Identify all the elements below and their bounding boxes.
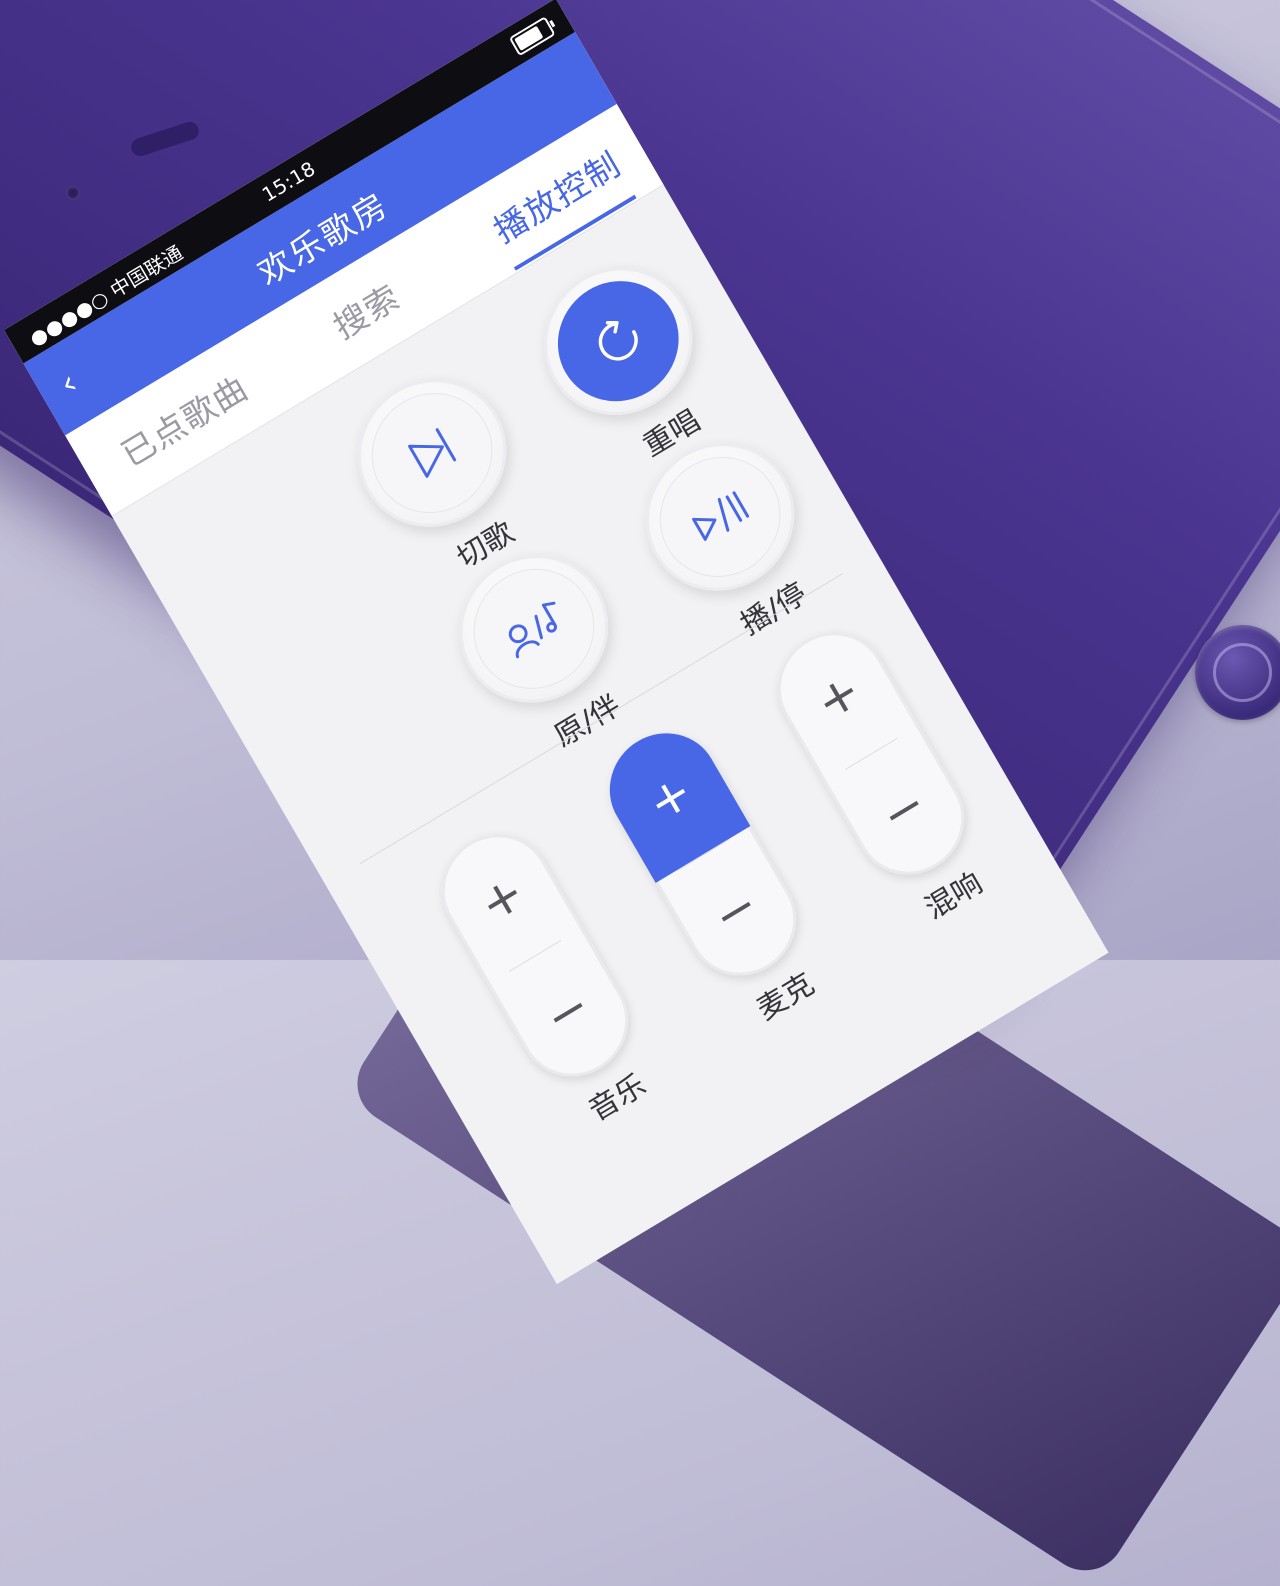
tab-search[interactable]: 搜索 xyxy=(323,271,407,348)
front-camera xyxy=(66,186,80,200)
home-button-ring xyxy=(1213,643,1272,702)
phone: ●●●●○ 中国联通 15:18 ‹ 欢乐歌房 已点歌曲 搜索 播放控制 重唱 xyxy=(0,0,1280,1285)
home-button[interactable] xyxy=(1195,625,1280,720)
mic-stepper: + − xyxy=(590,712,816,996)
music-stepper: + − xyxy=(422,813,648,1097)
